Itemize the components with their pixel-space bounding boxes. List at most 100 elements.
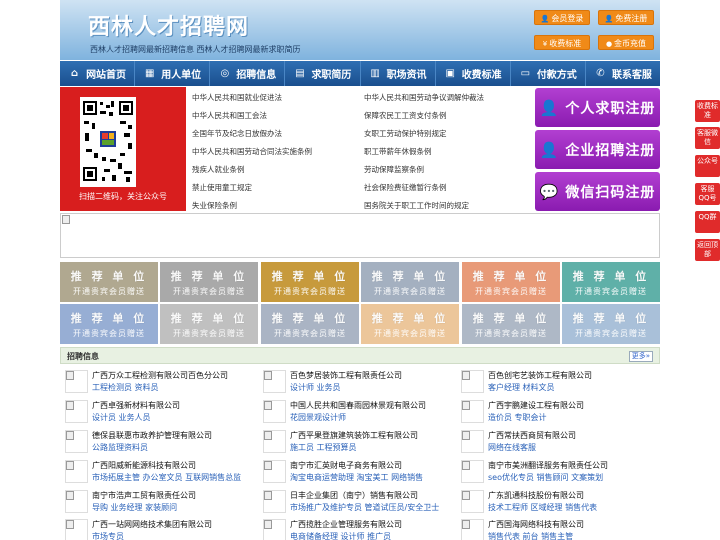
company-name[interactable]: 广东凯通科技股份有限公司 (488, 490, 584, 501)
law-link[interactable]: 女职工劳动保护特别规定 (364, 128, 447, 139)
company-name[interactable]: 南宁市汇英财电子商务有限公司 (290, 460, 402, 471)
company-name[interactable]: 广西揽胜企业管理服务有限公司 (290, 519, 402, 530)
promo-tile[interactable]: 推 荐 单 位开通贵宾会员赠送 (261, 304, 359, 344)
company-name[interactable]: 南宁市浩声工贸有限责任公司 (92, 490, 196, 501)
recharge-button[interactable]: ● 金币充值 (598, 35, 654, 50)
list-item[interactable]: 广西卓强新材料有限公司 设计员 业务人员 (60, 398, 256, 426)
company-jobs[interactable]: 市场专员 (92, 531, 124, 540)
side-tab-qq-group[interactable]: QQ群 (695, 211, 720, 233)
company-name[interactable]: 广西国海网络科技有限公司 (488, 519, 584, 530)
company-name[interactable]: 广西一站网网络技术集团有限公司 (92, 519, 212, 530)
promo-tile[interactable]: 推 荐 单 位开通贵宾会员赠送 (562, 262, 660, 302)
company-name[interactable]: 广西万众工程检测有限公司百色分公司 (92, 370, 228, 381)
company-jobs[interactable]: 技术工程师 区域经理 销售代表 (488, 502, 597, 513)
nav-payment[interactable]: ▭ 付款方式 (511, 61, 586, 86)
promo-tile[interactable]: 推 荐 单 位开通贵宾会员赠送 (261, 262, 359, 302)
law-link[interactable]: 劳动保障监察条例 (364, 164, 424, 175)
law-link[interactable]: 失业保险条例 (192, 200, 237, 211)
promo-tile[interactable]: 推 荐 单 位开通贵宾会员赠送 (361, 262, 459, 302)
company-jobs[interactable]: 市场推广及维护专员 管道试压员/安全卫士 (290, 502, 439, 513)
list-item[interactable]: 日丰企业集团（南宁）销售有限公司 市场推广及维护专员 管道试压员/安全卫士 (258, 488, 454, 516)
law-link[interactable]: 中华人民共和国工会法 (192, 110, 267, 121)
company-jobs[interactable]: 网络在线客服 (488, 442, 536, 453)
list-item[interactable]: 德保县联惠市政养护管理有限公司 公路监理资料员 (60, 428, 256, 456)
list-item[interactable]: 广西宇鹏建设工程有限公司 造价员 专职会计 (456, 398, 652, 426)
company-jobs[interactable]: 市场拓展主管 办公室文员 互联网销售总监 (92, 472, 241, 483)
list-item[interactable]: 南宁市美洲翻译服务有限责任公司 seo优化专员 销售顾问 文案策划 (456, 458, 652, 486)
side-tab-back-to-top[interactable]: 返回顶部 (695, 239, 720, 261)
side-tab-official-account[interactable]: 公众号 (695, 155, 720, 177)
company-jobs[interactable]: 淘宝电商运营助理 淘宝美工 网络销售 (290, 472, 423, 483)
list-item[interactable]: 中国人民共和国春雨园林景观有限公司 花园景观设计师 (258, 398, 454, 426)
register-button[interactable]: 👤 免费注册 (598, 10, 654, 25)
nav-employers[interactable]: ▦ 用人单位 (135, 61, 211, 86)
nav-resumes[interactable]: ▤ 求职简历 (285, 61, 361, 86)
site-title[interactable]: 西林人才招聘网 (88, 9, 249, 41)
company-name[interactable]: 百色创宅艺装饰工程有限公司 (488, 370, 592, 381)
company-jobs[interactable]: 施工员 工程预算员 (290, 442, 357, 453)
company-jobs[interactable]: seo优化专员 销售顾问 文案策划 (488, 472, 603, 483)
law-link[interactable]: 社会保险费征缴暂行条例 (364, 182, 447, 193)
law-link[interactable]: 中华人民共和国劳动争议调解仲裁法 (364, 92, 484, 103)
nav-home[interactable]: ⌂ 网站首页 (60, 61, 136, 86)
list-item[interactable]: 南宁市浩声工贸有限责任公司 导购 业务经理 家装顾问 (60, 488, 256, 516)
promo-tile[interactable]: 推 荐 单 位开通贵宾会员赠送 (160, 304, 258, 344)
law-link[interactable]: 中华人民共和国劳动合同法实施条例 (192, 146, 312, 157)
law-link[interactable]: 禁止使用童工规定 (192, 182, 252, 193)
company-jobs[interactable]: 销售代表 前台 销售主管 (488, 531, 573, 540)
promo-tile[interactable]: 推 荐 单 位开通贵宾会员赠送 (160, 262, 258, 302)
company-name[interactable]: 百色梦居装饰工程有限责任公司 (290, 370, 402, 381)
personal-register-button[interactable]: 👤 个人求职注册 (535, 88, 660, 127)
company-name[interactable]: 广西宇鹏建设工程有限公司 (488, 400, 584, 411)
company-jobs[interactable]: 设计员 业务人员 (92, 412, 151, 423)
list-item[interactable]: 南宁市汇英财电子商务有限公司 淘宝电商运营助理 淘宝美工 网络销售 (258, 458, 454, 486)
promo-tile[interactable]: 推 荐 单 位开通贵宾会员赠送 (60, 262, 158, 302)
company-name[interactable]: 广西常扶西商贸有限公司 (488, 430, 576, 441)
law-link[interactable]: 保障农民工工资支付条例 (364, 110, 447, 121)
nav-jobs[interactable]: ◎ 招聘信息 (210, 61, 286, 86)
wechat-register-button[interactable]: 💬 微信扫码注册 (535, 172, 660, 211)
list-item[interactable]: 百色创宅艺装饰工程有限公司 客户经理 材料文员 (456, 368, 652, 396)
company-name[interactable]: 南宁市美洲翻译服务有限责任公司 (488, 460, 608, 471)
side-tab-wechat-service[interactable]: 客服微信 (695, 127, 720, 149)
list-item[interactable]: 广东凯通科技股份有限公司 技术工程师 区域经理 销售代表 (456, 488, 652, 516)
company-name[interactable]: 广西阳威新能源科技有限公司 (92, 460, 196, 471)
company-name[interactable]: 日丰企业集团（南宁）销售有限公司 (290, 490, 418, 501)
company-name[interactable]: 广西平果登旗建筑装饰工程有限公司 (290, 430, 418, 441)
company-jobs[interactable]: 设计师 业务员 (290, 382, 341, 393)
list-item[interactable]: 广西万众工程检测有限公司百色分公司 工程检测员 资料员 (60, 368, 256, 396)
promo-tile[interactable]: 推 荐 单 位开通贵宾会员赠送 (462, 304, 560, 344)
company-jobs[interactable]: 电商储备经理 设计师 推广员 (290, 531, 391, 540)
company-name[interactable]: 德保县联惠市政养护管理有限公司 (92, 430, 212, 441)
company-jobs[interactable]: 造价员 专职会计 (488, 412, 547, 423)
list-item[interactable]: 广西揽胜企业管理服务有限公司 电商储备经理 设计师 推广员 (258, 517, 454, 540)
more-link[interactable]: 更多» (628, 351, 653, 362)
list-item[interactable]: 广西国海网络科技有限公司 销售代表 前台 销售主管 (456, 517, 652, 540)
law-link[interactable]: 全国年节及纪念日放假办法 (192, 128, 282, 139)
law-link[interactable]: 中华人民共和国就业促进法 (192, 92, 282, 103)
side-tab-qq-service[interactable]: 客服QQ号 (695, 183, 720, 205)
company-jobs[interactable]: 客户经理 材料文员 (488, 382, 555, 393)
side-tab-pricing[interactable]: 收费标准 (695, 100, 720, 122)
company-jobs[interactable]: 公路监理资料员 (92, 442, 148, 453)
list-item[interactable]: 广西平果登旗建筑装饰工程有限公司 施工员 工程预算员 (258, 428, 454, 456)
list-item[interactable]: 广西一站网网络技术集团有限公司 市场专员 (60, 517, 256, 540)
company-name[interactable]: 广西卓强新材料有限公司 (92, 400, 180, 411)
nav-news[interactable]: ▥ 职场资讯 (361, 61, 436, 86)
promo-tile[interactable]: 推 荐 单 位开通贵宾会员赠送 (60, 304, 158, 344)
list-item[interactable]: 百色梦居装饰工程有限责任公司 设计师 业务员 (258, 368, 454, 396)
banner-image[interactable] (60, 213, 660, 258)
law-link[interactable]: 职工带薪年休假条例 (364, 146, 432, 157)
promo-tile[interactable]: 推 荐 单 位开通贵宾会员赠送 (562, 304, 660, 344)
login-button[interactable]: 👤 会员登录 (534, 10, 590, 25)
nav-pricing[interactable]: ▣ 收费标准 (436, 61, 511, 86)
law-link[interactable]: 残疾人就业条例 (192, 164, 245, 175)
company-jobs[interactable]: 工程检测员 资料员 (92, 382, 159, 393)
promo-tile[interactable]: 推 荐 单 位开通贵宾会员赠送 (462, 262, 560, 302)
nav-contact[interactable]: ✆ 联系客服 (586, 61, 660, 86)
site-subtitle[interactable]: 西林人才招聘网最新招聘信息 西林人才招聘网最新求职简历 (90, 44, 301, 55)
list-item[interactable]: 广西阳威新能源科技有限公司 市场拓展主管 办公室文员 互联网销售总监 (60, 458, 256, 486)
company-register-button[interactable]: 👤 企业招聘注册 (535, 130, 660, 169)
list-item[interactable]: 广西常扶西商贸有限公司 网络在线客服 (456, 428, 652, 456)
company-jobs[interactable]: 导购 业务经理 家装顾问 (92, 502, 177, 513)
